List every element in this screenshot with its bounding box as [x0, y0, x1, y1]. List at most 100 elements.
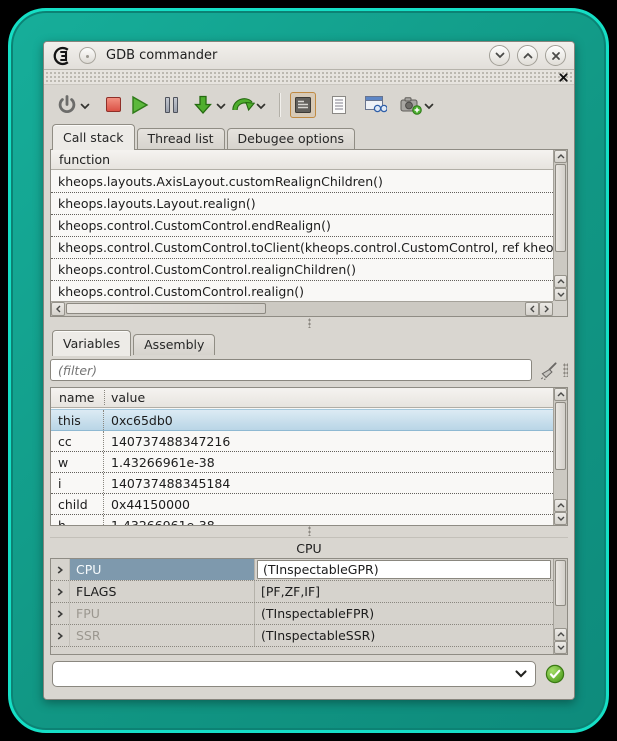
expand-arrow-icon[interactable] [51, 603, 70, 624]
filter-input[interactable] [50, 359, 532, 381]
scroll-up-button[interactable] [554, 388, 567, 401]
call-stack-row[interactable]: kheops.control.CustomControl.endRealign(… [51, 215, 553, 237]
step-into-button[interactable] [190, 92, 216, 118]
scroll-up-button[interactable] [554, 275, 567, 288]
chevron-down-icon [80, 103, 90, 110]
dock-titlebar[interactable] [44, 70, 574, 85]
chevron-up-icon [557, 503, 565, 508]
cpu-register-row[interactable]: FPU (TInspectableFPR) [51, 603, 553, 625]
variable-row[interactable]: this 0xc65db0 [51, 409, 553, 431]
close-button[interactable] [545, 45, 566, 66]
scroll-left-button[interactable] [525, 302, 539, 316]
titlebar[interactable]: GDB commander [44, 42, 574, 70]
variable-row[interactable]: w 1.43266961e-38 [51, 452, 553, 473]
minimize-button[interactable] [489, 45, 510, 66]
call-stack-list: kheops.layouts.AxisLayout.customRealignC… [51, 171, 553, 301]
snapshot-add-button[interactable] [398, 92, 424, 118]
variable-row[interactable]: h 1.43266961e-38 [51, 515, 553, 525]
command-input[interactable] [61, 667, 515, 681]
scroll-left-button[interactable] [51, 302, 65, 316]
chevron-down-icon[interactable] [515, 670, 527, 678]
dock-close-icon[interactable] [559, 73, 568, 82]
scroll-down-button[interactable] [554, 641, 567, 654]
chevron-down-icon [557, 645, 565, 650]
step-over-button[interactable] [230, 92, 256, 118]
splitter-handle[interactable] [50, 317, 568, 329]
cpu-register-grid: CPU (TInspectableGPR) FLAGS [PF,ZF,IF] F… [50, 558, 568, 655]
expand-arrow-icon[interactable] [51, 559, 70, 580]
snapshot-dropdown[interactable] [424, 102, 436, 112]
scroll-track[interactable] [554, 401, 567, 499]
cpu-section-title: CPU [50, 538, 568, 558]
tab-debugee-options[interactable]: Debugee options [227, 128, 356, 149]
tab-assembly[interactable]: Assembly [133, 334, 215, 355]
run-icon [128, 94, 150, 116]
send-command-button[interactable] [544, 663, 566, 685]
cpu-vertical-scrollbar[interactable] [553, 559, 567, 654]
scroll-up-button[interactable] [554, 628, 567, 641]
memory-view-button[interactable] [290, 92, 316, 118]
messages-button[interactable] [326, 92, 352, 118]
scroll-track[interactable] [554, 163, 567, 275]
run-button[interactable] [126, 92, 152, 118]
step-over-dropdown[interactable] [256, 102, 268, 112]
scroll-down-button[interactable] [554, 512, 567, 525]
step-into-dropdown[interactable] [216, 102, 228, 112]
call-stack-row[interactable]: kheops.control.CustomControl.toClient(kh… [51, 237, 553, 259]
cpu-register-row[interactable]: FLAGS [PF,ZF,IF] [51, 581, 553, 603]
scroll-thumb[interactable] [66, 303, 266, 314]
step-over-icon [231, 94, 255, 116]
register-value-editor[interactable]: (TInspectableGPR) [257, 560, 551, 579]
column-name[interactable]: name [53, 390, 105, 405]
scroll-up-button[interactable] [554, 150, 567, 163]
window-menu-button[interactable] [79, 47, 96, 64]
cpu-register-row[interactable]: SSR (TInspectableSSR) [51, 625, 553, 647]
chevron-down-icon [256, 103, 266, 110]
variable-row[interactable]: child 0x44150000 [51, 494, 553, 515]
cpu-register-row[interactable]: CPU (TInspectableGPR) [51, 559, 553, 581]
cpu-section: CPU CPU (TInspectableGPR) FLAGS [ [50, 537, 568, 655]
scroll-right-button[interactable] [539, 302, 553, 316]
call-stack-row[interactable]: kheops.control.CustomControl.realignChil… [51, 259, 553, 281]
expand-arrow-icon[interactable] [51, 581, 70, 602]
pause-button[interactable] [158, 92, 184, 118]
scroll-up-button[interactable] [554, 499, 567, 512]
splitter-handle[interactable] [50, 526, 568, 536]
call-stack-vertical-scrollbar[interactable] [553, 150, 567, 301]
pause-icon [165, 97, 178, 113]
call-stack-row[interactable]: kheops.layouts.Layout.realign() [51, 193, 553, 215]
clear-filter-button[interactable] [536, 358, 560, 382]
power-button[interactable] [54, 92, 80, 118]
watch-window-button[interactable] [362, 92, 388, 118]
chevron-down-icon [424, 103, 434, 110]
call-stack-header[interactable]: function [51, 150, 567, 170]
variables-vertical-scrollbar[interactable] [553, 388, 567, 525]
call-stack-horizontal-scrollbar[interactable] [51, 301, 553, 316]
scroll-thumb[interactable] [555, 164, 566, 252]
variables-header[interactable]: name value [51, 388, 567, 408]
tab-thread-list[interactable]: Thread list [137, 128, 225, 149]
chevron-left-icon [530, 305, 535, 313]
variable-row[interactable]: i 140737488345184 [51, 473, 553, 494]
scroll-track[interactable] [554, 559, 567, 628]
dock-grip[interactable] [563, 363, 568, 377]
chevron-up-icon [557, 154, 565, 159]
scroll-down-button[interactable] [554, 288, 567, 301]
call-stack-row[interactable]: kheops.control.CustomControl.realign() [51, 281, 553, 301]
command-combobox[interactable] [52, 661, 536, 687]
tab-call-stack[interactable]: Call stack [52, 124, 135, 150]
stop-button[interactable] [100, 92, 126, 118]
watch-window-icon [364, 95, 387, 114]
expand-arrow-icon[interactable] [51, 625, 70, 646]
call-stack-row[interactable]: kheops.layouts.AxisLayout.customRealignC… [51, 171, 553, 193]
column-value[interactable]: value [105, 390, 151, 405]
scroll-thumb[interactable] [555, 560, 566, 606]
power-dropdown[interactable] [80, 102, 92, 112]
scroll-track[interactable] [65, 302, 525, 316]
chevron-left-icon [56, 305, 61, 313]
maximize-button[interactable] [517, 45, 538, 66]
column-function[interactable]: function [53, 152, 116, 167]
tab-variables[interactable]: Variables [52, 330, 131, 356]
scroll-thumb[interactable] [555, 402, 566, 470]
variable-row[interactable]: cc 140737488347216 [51, 431, 553, 452]
